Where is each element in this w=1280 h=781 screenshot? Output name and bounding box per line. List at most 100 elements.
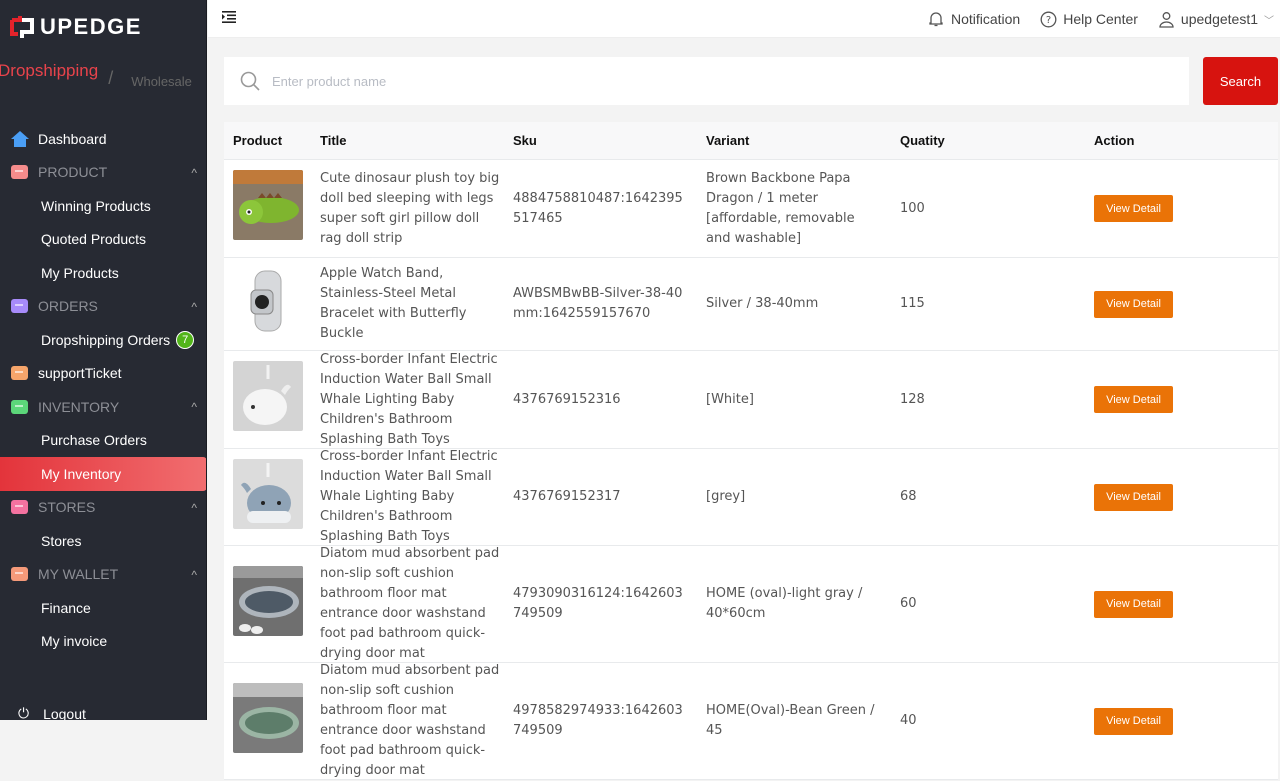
product-sku: 4978582974933:1642603749509 xyxy=(513,703,683,738)
logout-button[interactable]: ⏻ Logout xyxy=(18,705,86,720)
sidebar-label: Dropshipping Orders xyxy=(41,331,171,348)
power-icon: ⏻ xyxy=(18,705,30,720)
sidebar-label: Winning Products xyxy=(41,197,151,214)
help-center-label: Help Center xyxy=(1063,11,1138,27)
chevron-up-icon[interactable]: ^ xyxy=(191,400,197,414)
logout-label: Logout xyxy=(43,705,86,721)
sidebar-label: Finance xyxy=(41,599,91,616)
view-detail-button[interactable]: View Detail xyxy=(1094,483,1173,511)
menu-toggle-icon[interactable] xyxy=(222,11,236,23)
sidebar-group-product[interactable]: PRODUCT ^ xyxy=(0,156,206,190)
inventory-icon xyxy=(10,398,30,416)
wallet-icon xyxy=(10,565,30,583)
product-icon xyxy=(10,163,30,181)
notification-link[interactable]: Notification xyxy=(927,10,1020,28)
product-quantity: 100 xyxy=(900,200,925,216)
sidebar-label: Dashboard xyxy=(38,130,107,147)
header-variant: Variant xyxy=(706,133,750,148)
header-title: Title xyxy=(320,133,347,148)
order-count-badge: 7 xyxy=(176,330,195,349)
product-thumbnail[interactable] xyxy=(224,265,311,343)
mode-dropshipping[interactable]: Dropshipping xyxy=(0,61,98,81)
sidebar-label: Stores xyxy=(41,532,82,549)
sidebar-item-my-inventory[interactable]: My Inventory xyxy=(0,457,206,491)
upedge-logo-icon xyxy=(10,16,34,38)
sidebar-group-inventory[interactable]: INVENTORY ^ xyxy=(0,390,206,424)
sidebar-item-quoted-products[interactable]: Quoted Products xyxy=(0,223,206,257)
header-action: Action xyxy=(1094,133,1135,148)
search-bar xyxy=(224,57,1189,105)
product-title: Diatom mud absorbent pad non-slip soft c… xyxy=(320,663,500,778)
sidebar-group-stores[interactable]: STORES ^ xyxy=(0,491,206,525)
sidebar-item-finance[interactable]: Finance xyxy=(0,591,206,625)
sidebar-item-dropshipping-orders[interactable]: Dropshipping Orders 7 xyxy=(0,323,206,357)
product-title: Cute dinosaur plush toy big doll bed sle… xyxy=(320,170,500,246)
product-sku: 4376769152316 xyxy=(513,391,621,407)
sidebar-item-dashboard[interactable]: Dashboard xyxy=(0,122,206,156)
table-row: Diatom mud absorbent pad non-slip soft c… xyxy=(224,663,1278,780)
sidebar: UPEDGE Dropshipping / Wholesale Dashboar… xyxy=(0,0,207,720)
table-body: Cute dinosaur plush toy big doll bed sle… xyxy=(224,160,1278,780)
view-detail-button[interactable]: View Detail xyxy=(1094,386,1173,413)
product-thumbnail[interactable] xyxy=(224,361,311,438)
user-icon xyxy=(1159,11,1174,28)
sidebar-label: My Products xyxy=(41,264,119,281)
header-product: Product xyxy=(233,133,283,148)
product-variant: Brown Backbone Papa Dragon / 1 meter [af… xyxy=(706,170,855,246)
product-quantity: 60 xyxy=(900,596,917,611)
product-quantity: 68 xyxy=(900,489,917,504)
sidebar-label: Quoted Products xyxy=(41,231,147,248)
sidebar-label: Purchase Orders xyxy=(41,432,147,449)
product-title: Cross-border Infant Electric Induction W… xyxy=(320,351,498,447)
chevron-up-icon[interactable]: ^ xyxy=(191,166,197,180)
view-detail-button[interactable]: View Detail xyxy=(1094,707,1173,735)
product-variant: Silver / 38-40mm xyxy=(706,296,819,311)
sidebar-label: ORDERS xyxy=(38,298,98,315)
sidebar-group-my-wallet[interactable]: MY WALLET ^ xyxy=(0,558,206,592)
product-thumbnail[interactable] xyxy=(224,682,311,760)
help-center-link[interactable]: ? Help Center xyxy=(1040,11,1138,28)
table-row: Cute dinosaur plush toy big doll bed sle… xyxy=(224,160,1278,258)
chevron-up-icon[interactable]: ^ xyxy=(191,300,197,314)
sidebar-item-stores[interactable]: Stores xyxy=(0,524,206,558)
sidebar-label: STORES xyxy=(38,499,96,516)
product-quantity: 115 xyxy=(900,296,925,311)
chevron-up-icon[interactable]: ^ xyxy=(191,501,197,515)
notification-label: Notification xyxy=(950,11,1021,27)
table-row: Cross-border Infant Electric Induction W… xyxy=(224,351,1278,449)
sidebar-label: My Inventory xyxy=(41,465,122,482)
search-button[interactable]: Search xyxy=(1203,57,1278,105)
chevron-up-icon[interactable]: ^ xyxy=(191,568,197,582)
product-sku: AWBSMBwBB-Silver-38-40mm:1642559157670 xyxy=(513,286,683,321)
home-icon xyxy=(10,130,30,148)
user-menu[interactable]: upedgetest1 ﹀ xyxy=(1158,11,1274,28)
search-icon xyxy=(240,71,260,91)
orders-icon xyxy=(10,297,30,315)
product-thumbnail[interactable] xyxy=(224,170,311,247)
svg-text:?: ? xyxy=(1046,15,1051,26)
product-title: Apple Watch Band, Stainless-Steel Metal … xyxy=(320,266,467,341)
sidebar-item-winning-products[interactable]: Winning Products xyxy=(0,189,206,223)
chevron-down-icon: ﹀ xyxy=(1264,15,1274,27)
sidebar-item-purchase-orders[interactable]: Purchase Orders xyxy=(0,424,206,458)
header-quantity: Quatity xyxy=(900,133,945,148)
sidebar-item-supportticket[interactable]: supportTicket xyxy=(0,357,206,391)
sidebar-group-orders[interactable]: ORDERS ^ xyxy=(0,290,206,324)
view-detail-button[interactable]: View Detail xyxy=(1094,590,1173,618)
mode-separator: / xyxy=(108,68,114,88)
sidebar-item-my-products[interactable]: My Products xyxy=(0,256,206,290)
top-bar: Notification ? Help Center upedgetest1 ﹀ xyxy=(208,0,1280,38)
product-variant: HOME (oval)-light gray / 40*60cm xyxy=(706,586,863,621)
product-variant: HOME(Oval)-Bean Green / 45 xyxy=(706,703,875,738)
sidebar-item-my-invoice[interactable]: My invoice xyxy=(0,625,206,659)
view-detail-button[interactable]: View Detail xyxy=(1094,290,1173,318)
brand-logo[interactable]: UPEDGE xyxy=(10,14,142,40)
view-detail-button[interactable]: View Detail xyxy=(1094,195,1173,222)
help-icon: ? xyxy=(1040,11,1057,27)
product-thumbnail[interactable] xyxy=(224,565,311,643)
product-thumbnail[interactable] xyxy=(224,458,311,536)
username: upedgetest1 xyxy=(1180,11,1258,27)
search-input[interactable] xyxy=(272,73,1152,89)
mode-wholesale[interactable]: Wholesale xyxy=(131,74,192,89)
brand-name: UPEDGE xyxy=(40,14,142,39)
